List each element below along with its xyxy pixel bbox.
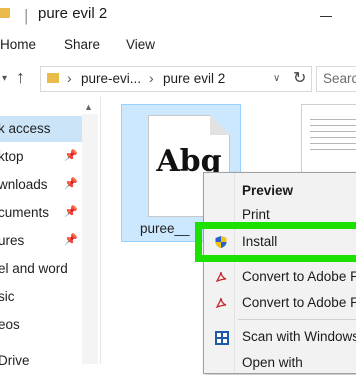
breadcrumb-chevron-icon[interactable]: ›	[149, 70, 154, 86]
address-field[interactable]: › pure-evi... › pure evil 2 ∨ ↻	[40, 66, 312, 92]
menu-item-label: Preview	[242, 183, 294, 198]
tab-view[interactable]: View	[126, 37, 155, 52]
title-divider: |	[24, 6, 29, 25]
menu-item-label: Install	[242, 234, 278, 249]
nav-item-label: ktop	[0, 149, 24, 164]
folder-icon	[0, 8, 10, 18]
doc-line	[310, 119, 356, 120]
pdf-icon	[214, 270, 228, 284]
menu-item-label: Scan with Windows	[242, 329, 356, 344]
page-corner	[210, 115, 230, 135]
address-dropdown-icon[interactable]: ∨	[273, 73, 280, 84]
recent-locations-chevron-icon[interactable]: ▾	[2, 73, 7, 84]
nav-item-label: ures	[0, 233, 25, 248]
pin-icon: 📌	[64, 234, 78, 246]
nav-item-label: cuments	[0, 205, 50, 220]
nav-item-label: el and word	[0, 261, 68, 276]
menu-separator	[238, 259, 356, 260]
menu-item-label: Open with	[242, 355, 303, 370]
shield-icon	[214, 235, 228, 249]
menu-separator	[238, 319, 356, 320]
nav-item-onedrive[interactable]: Drive	[0, 348, 82, 374]
doc-line	[310, 149, 356, 150]
doc-line	[310, 125, 356, 126]
search-placeholder: Searc	[323, 71, 356, 86]
breadcrumb-parent[interactable]: pure-evi...	[81, 71, 141, 86]
pin-icon: 📌	[64, 178, 78, 190]
nav-item-quick-access[interactable]: k access	[0, 116, 82, 142]
context-menu: Preview Print Install Convert to Adobe P…	[203, 172, 356, 374]
menu-item-open-with[interactable]: Open with	[204, 351, 356, 375]
window-title: pure evil 2	[38, 5, 108, 22]
tab-share[interactable]: Share	[64, 37, 100, 52]
pdf-icon	[214, 296, 228, 310]
address-bar: ▾ ↑ › pure-evi... › pure evil 2 ∨ ↻ Sear…	[0, 60, 356, 97]
nav-item-documents[interactable]: cuments 📌	[0, 200, 82, 226]
pin-icon: 📌	[64, 150, 78, 162]
ribbon: Home Share View	[0, 32, 356, 61]
nav-item-videos[interactable]: eos	[0, 312, 82, 338]
up-arrow-icon[interactable]: ↑	[16, 67, 25, 88]
menu-item-label: Convert to Adobe P	[242, 269, 356, 284]
nav-item-pictures[interactable]: ures 📌	[0, 228, 82, 254]
search-input[interactable]: Searc	[316, 66, 356, 92]
breadcrumb-chevron-icon[interactable]: ›	[67, 70, 72, 86]
menu-item-label: Convert to Adobe P	[242, 295, 356, 310]
nav-item-label: wnloads	[0, 177, 48, 192]
scroll-up-icon[interactable]: ▲	[84, 102, 93, 112]
title-bar: | pure evil 2	[0, 0, 356, 33]
nav-item-label: Drive	[0, 353, 30, 368]
nav-item-label: sic	[0, 289, 15, 304]
defender-icon	[214, 330, 229, 345]
file-name[interactable]: puree__	[140, 221, 190, 236]
pin-icon: 📌	[64, 206, 78, 218]
doc-line	[310, 137, 356, 138]
navigation-pane: ▲ k access ktop 📌 wnloads 📌 cuments 📌 ur…	[0, 96, 101, 368]
menu-item-print[interactable]: Print	[204, 203, 356, 227]
menu-item-convert-pdf-combine[interactable]: Convert to Adobe P	[204, 291, 356, 315]
nav-item-label: k access	[0, 121, 51, 136]
nav-item-music[interactable]: sic	[0, 284, 82, 310]
breadcrumb-current[interactable]: pure evil 2	[163, 71, 225, 86]
nav-item-excel-and-word[interactable]: el and word	[0, 256, 82, 282]
menu-item-convert-pdf[interactable]: Convert to Adobe P	[204, 265, 356, 289]
nav-item-label: eos	[0, 317, 20, 332]
nav-item-desktop[interactable]: ktop 📌	[0, 144, 82, 170]
tab-home[interactable]: Home	[0, 37, 36, 52]
nav-scrollbar[interactable]	[82, 114, 98, 364]
doc-line	[310, 143, 356, 144]
menu-item-label: Print	[242, 207, 270, 222]
menu-item-install[interactable]: Install	[204, 230, 356, 254]
doc-line	[310, 131, 356, 132]
menu-item-preview[interactable]: Preview	[204, 179, 356, 203]
minimize-button[interactable]	[320, 16, 332, 17]
nav-item-downloads[interactable]: wnloads 📌	[0, 172, 82, 198]
folder-icon	[47, 73, 59, 83]
menu-item-scan-defender[interactable]: Scan with Windows	[204, 325, 356, 349]
refresh-icon[interactable]: ↻	[293, 68, 306, 88]
